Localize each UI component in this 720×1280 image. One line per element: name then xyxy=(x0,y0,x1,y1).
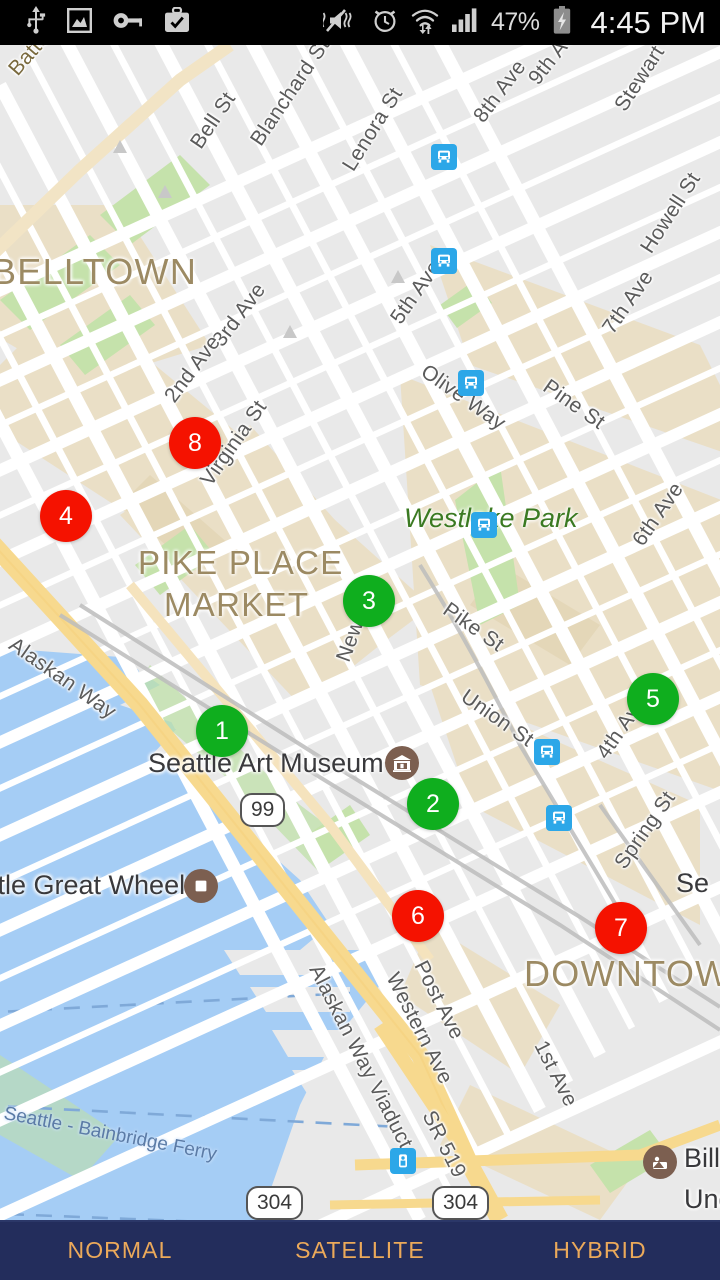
attraction-icon[interactable] xyxy=(643,1145,677,1179)
vpn-key-icon xyxy=(113,12,143,34)
map-marker-3[interactable]: 3 xyxy=(343,575,395,627)
transit-station-icon[interactable] xyxy=(546,805,572,831)
marker-number: 2 xyxy=(426,789,440,818)
marker-number: 4 xyxy=(59,501,73,530)
marker-number: 7 xyxy=(614,913,628,942)
tab-normal-label: NORMAL xyxy=(67,1236,173,1263)
marker-number: 3 xyxy=(362,586,376,615)
status-bar: 47% 4:45 PM xyxy=(0,0,720,45)
map-canvas[interactable]: Battery St Tunnel Bell St Blanchard St L… xyxy=(0,45,720,1220)
highway-shield: 304 xyxy=(246,1186,304,1220)
usb-icon xyxy=(26,6,46,39)
map-screen: 47% 4:45 PM Bell St Blanchard St Lenora … xyxy=(0,0,720,1280)
map-marker-4[interactable]: 4 xyxy=(40,490,92,542)
tab-hybrid[interactable]: HYBRID xyxy=(480,1237,720,1264)
transit-station-icon[interactable] xyxy=(431,248,457,274)
marker-number: 1 xyxy=(215,716,229,745)
tab-normal[interactable]: NORMAL xyxy=(0,1237,240,1264)
highway-shield: 304 xyxy=(432,1186,490,1220)
map-base-layer xyxy=(0,45,720,1220)
work-profile-icon xyxy=(164,6,190,38)
map-marker-5[interactable]: 5 xyxy=(627,673,679,725)
mute-vibrate-icon xyxy=(321,7,359,39)
tab-satellite[interactable]: SATELLITE xyxy=(240,1237,480,1264)
tab-hybrid-label: HYBRID xyxy=(553,1236,647,1263)
transit-station-icon[interactable] xyxy=(471,512,497,538)
battery-charging-icon xyxy=(553,6,571,39)
marker-number: 6 xyxy=(411,901,425,930)
signal-icon xyxy=(452,8,478,37)
map-marker-7[interactable]: 7 xyxy=(595,902,647,954)
marker-number: 5 xyxy=(646,684,660,713)
battery-percent-label: 47% xyxy=(491,8,540,36)
map-marker-6[interactable]: 6 xyxy=(392,890,444,942)
marker-number: 8 xyxy=(188,428,202,457)
wifi-icon xyxy=(411,7,439,39)
transit-station-icon[interactable] xyxy=(534,739,560,765)
attraction-icon[interactable] xyxy=(184,869,218,903)
map-marker-1[interactable]: 1 xyxy=(196,705,248,757)
transit-station-icon[interactable] xyxy=(458,370,484,396)
museum-icon[interactable] xyxy=(385,746,419,780)
map-marker-8[interactable]: 8 xyxy=(169,417,221,469)
map-type-tabbar: NORMAL SATELLITE HYBRID xyxy=(0,1220,720,1280)
status-bar-right-icons: 47% 4:45 PM xyxy=(321,4,706,41)
transit-station-icon[interactable] xyxy=(390,1148,416,1174)
transit-station-icon[interactable] xyxy=(431,144,457,170)
clock-label: 4:45 PM xyxy=(590,4,706,40)
tab-satellite-label: SATELLITE xyxy=(295,1236,425,1263)
screenshot-icon xyxy=(67,7,93,38)
alarm-icon xyxy=(372,7,398,38)
status-bar-left-icons xyxy=(26,6,190,39)
highway-shield: 99 xyxy=(240,793,286,827)
map-marker-2[interactable]: 2 xyxy=(407,778,459,830)
